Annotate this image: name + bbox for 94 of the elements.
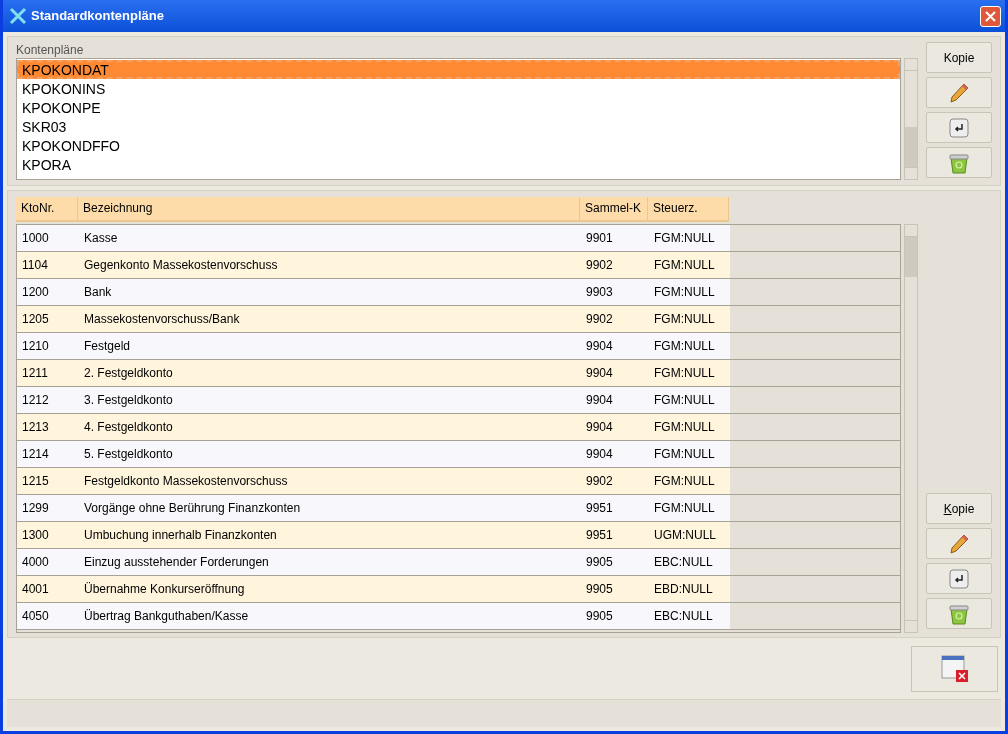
enter-button[interactable] bbox=[926, 112, 992, 143]
table-cell: FGM:NULL bbox=[649, 414, 730, 440]
table-cell: 9903 bbox=[581, 279, 649, 305]
table-cell: 4050 bbox=[17, 603, 79, 629]
table-cell: Vorgänge ohne Berührung Finanzkonten bbox=[79, 495, 581, 521]
list-item[interactable]: KPORA bbox=[17, 155, 900, 174]
table-cell: 1205 bbox=[17, 306, 79, 332]
list-item[interactable]: KPOKONDFFO bbox=[17, 136, 900, 155]
plans-list[interactable]: KPOKONDAT KPOKONINS KPOKONPE SKR03 KPOKONDFFO KPORA bbox=[16, 58, 901, 180]
table-cell: 9905 bbox=[581, 549, 649, 575]
enter-key-icon bbox=[949, 568, 969, 589]
table-cell: Festgeld bbox=[79, 333, 581, 359]
copy-button[interactable]: Kopie bbox=[926, 493, 992, 524]
delete-button[interactable] bbox=[926, 598, 992, 629]
table-cell: FGM:NULL bbox=[649, 252, 730, 278]
table-cell: 4. Festgeldkonto bbox=[79, 414, 581, 440]
table-cell: 9902 bbox=[581, 468, 649, 494]
table-cell: 1210 bbox=[17, 333, 79, 359]
table-cell: FGM:NULL bbox=[649, 387, 730, 413]
table-cell: 1000 bbox=[17, 225, 79, 251]
table-cell: FGM:NULL bbox=[649, 279, 730, 305]
close-window-icon bbox=[940, 655, 969, 683]
enter-button[interactable] bbox=[926, 563, 992, 594]
delete-button[interactable] bbox=[926, 147, 992, 178]
table-cell: Übertrag Bankguthaben/Kasse bbox=[79, 603, 581, 629]
list-item[interactable]: SKR03 bbox=[17, 117, 900, 136]
table-cell: EBD:NULL bbox=[649, 576, 730, 602]
edit-button[interactable] bbox=[926, 528, 992, 559]
close-window-button[interactable] bbox=[911, 646, 998, 692]
table-cell: Gegenkonto Massekostenvorschuss bbox=[79, 252, 581, 278]
close-button[interactable] bbox=[980, 5, 1001, 27]
table-cell: 1212 bbox=[17, 387, 79, 413]
table-cell: Einzug ausstehender Forderungen bbox=[79, 549, 581, 575]
table-cell: Massekostenvorschuss/Bank bbox=[79, 306, 581, 332]
recycle-bin-icon bbox=[948, 151, 970, 174]
table-cell: UGM:NULL bbox=[649, 522, 730, 548]
table-cell: 1299 bbox=[17, 495, 79, 521]
table-cell: 9951 bbox=[581, 495, 649, 521]
scrollbar[interactable] bbox=[904, 224, 918, 633]
column-header[interactable]: KtoNr. bbox=[16, 197, 78, 222]
table-cell: FGM:NULL bbox=[649, 306, 730, 332]
table-cell: 9904 bbox=[581, 333, 649, 359]
pencil-icon bbox=[948, 532, 970, 555]
column-header[interactable]: Steuerz. bbox=[648, 197, 729, 222]
table-cell: 5. Festgeldkonto bbox=[79, 441, 581, 467]
column-header[interactable]: Bezeichnung bbox=[78, 197, 580, 222]
list-item[interactable]: KPOKONPE bbox=[17, 98, 900, 117]
table-cell: 9904 bbox=[581, 360, 649, 386]
table-cell: 2. Festgeldkonto bbox=[79, 360, 581, 386]
app-logo-icon bbox=[9, 7, 27, 25]
table-cell: 1211 bbox=[17, 360, 79, 386]
table-cell: 9904 bbox=[581, 414, 649, 440]
table-cell: 1213 bbox=[17, 414, 79, 440]
table-cell: 9902 bbox=[581, 252, 649, 278]
table-cell: Festgeldkonto Massekostenvorschuss bbox=[79, 468, 581, 494]
pencil-icon bbox=[948, 81, 970, 104]
table-cell: 1200 bbox=[17, 279, 79, 305]
enter-key-icon bbox=[949, 117, 969, 138]
group-label: Kontenpläne bbox=[16, 42, 85, 58]
edit-button[interactable] bbox=[926, 77, 992, 108]
table-cell: FGM:NULL bbox=[649, 333, 730, 359]
copy-button[interactable]: Kopie bbox=[926, 42, 992, 73]
close-icon bbox=[985, 10, 996, 22]
table-cell: 9951 bbox=[581, 522, 649, 548]
table-cell: 9905 bbox=[581, 576, 649, 602]
table-cell: 1215 bbox=[17, 468, 79, 494]
table-cell: Umbuchung innerhalb Finanzkonten bbox=[79, 522, 581, 548]
table-cell: FGM:NULL bbox=[649, 495, 730, 521]
list-item[interactable]: KPOKONINS bbox=[17, 79, 900, 98]
recycle-bin-icon bbox=[948, 602, 970, 625]
table-cell: 1300 bbox=[17, 522, 79, 548]
table-cell: FGM:NULL bbox=[649, 360, 730, 386]
table-cell: FGM:NULL bbox=[649, 468, 730, 494]
window-title: Standardkontenpläne bbox=[31, 7, 165, 26]
table-cell: 1214 bbox=[17, 441, 79, 467]
table-cell: EBC:NULL bbox=[649, 549, 730, 575]
table-cell: 9901 bbox=[581, 225, 649, 251]
table-cell: Bank bbox=[79, 279, 581, 305]
table-cell: FGM:NULL bbox=[649, 441, 730, 467]
table-cell: Kasse bbox=[79, 225, 581, 251]
table-cell: 9902 bbox=[581, 306, 649, 332]
table-cell: 4000 bbox=[17, 549, 79, 575]
table-cell: Übernahme Konkurseröffnung bbox=[79, 576, 581, 602]
column-header[interactable]: Sammel-K bbox=[580, 197, 648, 222]
table-cell: 9904 bbox=[581, 387, 649, 413]
table-cell: 9904 bbox=[581, 441, 649, 467]
table-cell: 4001 bbox=[17, 576, 79, 602]
table-cell: FGM:NULL bbox=[649, 225, 730, 251]
list-item[interactable]: KPOKONDAT bbox=[17, 60, 900, 79]
table-cell: 3. Festgeldkonto bbox=[79, 387, 581, 413]
table-cell: 1104 bbox=[17, 252, 79, 278]
table-cell: 9905 bbox=[581, 603, 649, 629]
table-cell: EBC:NULL bbox=[649, 603, 730, 629]
scrollbar[interactable] bbox=[904, 58, 918, 180]
